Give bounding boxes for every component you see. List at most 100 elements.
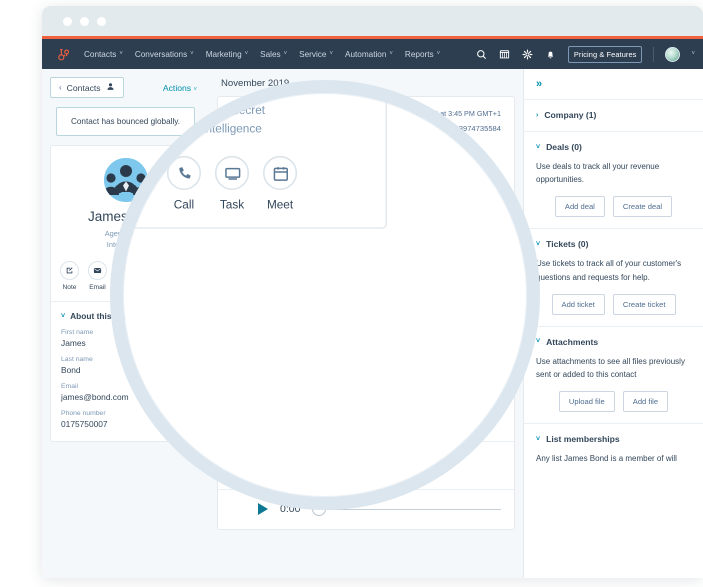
field-label: Phone number — [61, 410, 106, 418]
section-header[interactable]: ˅ Deals (0) — [536, 142, 691, 152]
quick-action-label: Note — [62, 284, 77, 292]
collapse-sidebar-button[interactable]: » — [524, 69, 703, 99]
pricing-and-features-button[interactable]: Pricing & Features — [567, 45, 643, 63]
section-buttons: Add ticket Create ticket — [536, 293, 691, 315]
add-comment-label: Add Comment — [251, 302, 317, 314]
app-body: ‹ Contacts Actions ˅ Contact has bounced… — [42, 69, 703, 578]
nav-item-conversations[interactable]: Conversations ˅ — [135, 50, 194, 59]
section-buttons: Add deal Create deal — [536, 196, 691, 218]
event-body: Appel suite nième destruction de l'Aston… — [246, 368, 501, 441]
quick-action-task[interactable]: Task — [143, 261, 164, 291]
outcome-dropdown[interactable]: No answer ˅ — [258, 227, 501, 238]
nav-item-contacts[interactable]: Contacts ˅ — [84, 50, 123, 59]
nav-label: Marketing — [205, 49, 242, 59]
person-icon — [106, 82, 115, 93]
play-icon[interactable] — [258, 503, 268, 516]
settings-gear-icon[interactable] — [522, 48, 534, 60]
details-dropdown[interactable]: Details ˅ — [363, 265, 403, 276]
search-icon[interactable] — [476, 48, 488, 60]
section-header[interactable]: ˅ Tickets (0) — [536, 239, 691, 249]
nav-label: Automation — [344, 49, 387, 59]
field-email: Email james@bond.com — [61, 383, 190, 402]
actions-label: Actions — [162, 82, 192, 93]
quick-action-label: Meet — [174, 284, 189, 292]
add-ticket-button[interactable]: Add ticket — [551, 293, 605, 315]
phone-icon — [116, 261, 135, 281]
scrubber-handle[interactable] — [312, 501, 327, 516]
marketplace-icon[interactable] — [499, 48, 511, 60]
field-value[interactable]: james@bond.com — [61, 392, 190, 402]
chevron-down-icon[interactable]: ˅ — [691, 51, 695, 57]
avatar[interactable] — [665, 46, 681, 62]
breadcrumb-contacts-button[interactable]: ‹ Contacts — [50, 77, 124, 98]
section-header[interactable]: ˅ List memberships — [536, 434, 691, 444]
contact-quick-actions: Note Email Call Task Meet — [59, 261, 192, 291]
chevron-left-icon: ‹ — [59, 83, 62, 92]
add-file-button[interactable]: Add file — [622, 391, 669, 413]
actions-dropdown[interactable]: Actions ˅ — [163, 83, 197, 93]
add-comment-button[interactable]: Add Comment — [218, 292, 514, 324]
window-dot-3 — [97, 16, 106, 26]
quick-action-email[interactable]: Email — [87, 261, 108, 291]
event-body-line: (Miss Moneypenny) — [246, 415, 330, 427]
add-deal-button[interactable]: Add deal — [554, 196, 605, 218]
event-body-line: (Miss Moneypenny) — [246, 176, 330, 188]
section-title: List memberships — [546, 434, 620, 445]
event-type: Call — [246, 108, 266, 119]
chevron-down-icon: ˅ — [536, 338, 541, 346]
right-sidebar: » › Company (1) ˅ Deals (0) Use deals to… — [523, 69, 703, 578]
nav-item-service[interactable]: Service ˅ — [299, 50, 333, 59]
nav-item-reports[interactable]: Reports ˅ — [405, 50, 440, 59]
quick-action-note[interactable]: Note — [59, 261, 80, 291]
chevron-down-icon: ˅ — [190, 51, 194, 57]
quick-action-label: Call — [119, 284, 132, 292]
event-body-line: Appel entrant de James Bond(33175750007)… — [246, 385, 446, 412]
create-ticket-button[interactable]: Create ticket — [612, 293, 676, 315]
sidebar-section-company: › Company (1) — [524, 99, 703, 131]
contact-job-title: Agent secret — [104, 229, 147, 238]
field-label: Last name — [61, 356, 93, 364]
outcome-label: Outcome — [258, 212, 292, 223]
field-value[interactable]: Bond — [61, 365, 190, 375]
quick-action-meet[interactable]: Meet — [171, 261, 192, 291]
nav-menu: Contacts ˅ Conversations ˅ Marketing ˅ S… — [84, 50, 440, 59]
event-subtext: to 33974735584 — [446, 124, 501, 133]
left-sidebar: ‹ Contacts Actions ˅ Contact has bounced… — [42, 69, 208, 578]
call-recording-player: 0:00 — [218, 490, 514, 529]
notifications-bell-icon[interactable] — [545, 48, 557, 60]
about-section: ˅ About this contact First name James La… — [51, 301, 200, 441]
outcome-label: Outcome — [258, 452, 292, 463]
timeline-event-call-2: Call Nov 21, 2019 at 3:44 PM GMT+1 Appel… — [217, 334, 515, 531]
nav-label: Contacts — [84, 49, 117, 59]
nav-item-automation[interactable]: Automation ˅ — [345, 50, 393, 59]
playback-scrubber[interactable] — [312, 501, 501, 516]
section-header[interactable]: › Company (1) — [536, 110, 691, 120]
chevron-down-icon: ˅ — [312, 470, 317, 478]
hubspot-sprocket-logo-icon[interactable] — [56, 47, 71, 62]
nav-item-sales[interactable]: Sales ˅ — [260, 50, 287, 59]
about-section-header[interactable]: ˅ About this contact — [61, 311, 190, 321]
window-titlebar — [42, 6, 703, 36]
quick-action-call[interactable]: Call — [115, 261, 136, 291]
chevron-down-icon: ˅ — [61, 312, 66, 320]
window-dot-1 — [63, 16, 72, 26]
chevron-down-icon: ˅ — [536, 435, 541, 443]
breadcrumb-label: Contacts — [66, 82, 101, 93]
field-value[interactable]: James — [61, 338, 190, 348]
sidebar-section-list-memberships: ˅ List memberships Any list James Bond i… — [524, 423, 703, 476]
field-label: Email — [61, 383, 78, 391]
chevron-down-icon: ˅ — [396, 265, 403, 277]
nav-label: Conversations — [134, 49, 188, 59]
nav-item-marketing[interactable]: Marketing ˅ — [206, 50, 248, 59]
section-title: Deals (0) — [546, 142, 582, 152]
upload-file-button[interactable]: Upload file — [558, 391, 615, 413]
sidebar-section-tickets: ˅ Tickets (0) Use tickets to track all o… — [524, 228, 703, 325]
chevron-down-icon: ˅ — [244, 51, 249, 57]
event-body-line: Appel suite nième destruction de l'Aston — [246, 370, 417, 382]
section-description: Use attachments to see all files previou… — [536, 356, 685, 379]
chevron-down-icon: ˅ — [436, 51, 441, 57]
create-deal-button[interactable]: Create deal — [612, 196, 673, 218]
field-value[interactable]: 0175750007 — [61, 419, 190, 429]
section-header[interactable]: ˅ Attachments — [536, 337, 691, 347]
outcome-dropdown[interactable]: Connected ˅ — [258, 467, 501, 478]
